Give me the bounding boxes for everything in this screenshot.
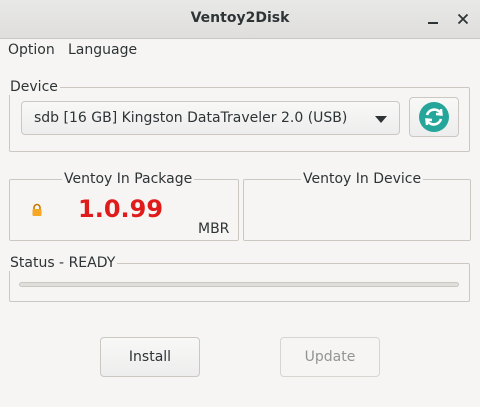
device-version-frame [243,179,471,241]
close-icon[interactable] [453,9,473,29]
partition-style: MBR [198,221,230,237]
install-button[interactable]: Install [100,337,200,377]
status-label: Status - READY [8,255,118,271]
title-bar: Ventoy2Disk [0,0,480,39]
progress-bar [19,282,459,287]
lock-icon [30,203,44,221]
menu-language[interactable]: Language [68,42,137,58]
refresh-icon [419,102,449,132]
device-group-label: Device [8,79,60,95]
menu-option[interactable]: Option [8,42,55,58]
device-select-value: sdb [16 GB] Kingston DataTraveler 2.0 (U… [34,110,348,126]
chevron-down-icon [375,116,387,123]
minimize-icon[interactable] [423,9,443,29]
device-version-group-label: Ventoy In Device [301,171,424,187]
menu-bar: Option Language [0,39,480,63]
device-select[interactable]: sdb [16 GB] Kingston DataTraveler 2.0 (U… [21,101,400,135]
package-version: 1.0.99 [78,195,164,223]
refresh-button[interactable] [409,97,459,137]
update-button[interactable]: Update [280,337,380,377]
window-title: Ventoy2Disk [190,10,290,26]
package-group-label: Ventoy In Package [62,171,195,187]
